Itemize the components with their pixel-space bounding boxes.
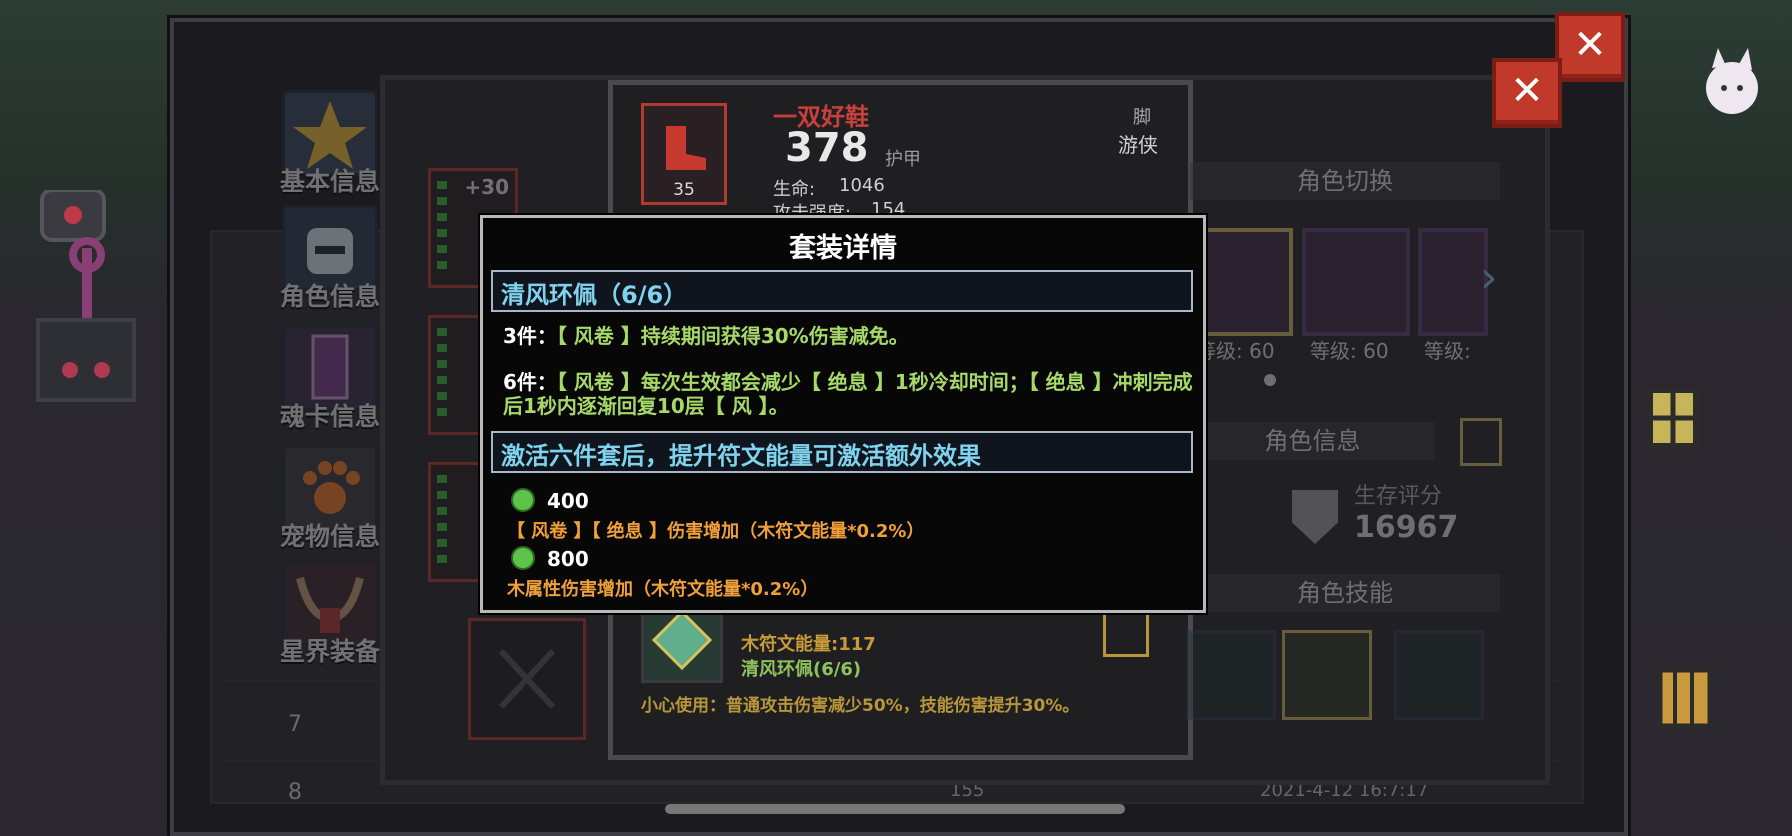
character-slot[interactable] xyxy=(1302,228,1410,336)
character-level: 等级: xyxy=(1424,339,1471,363)
green-arrow-icon xyxy=(437,328,447,418)
extra-effect-header-bar: 激活六件套后，提升符文能量可激活额外效果 xyxy=(491,431,1193,473)
rune-energy-icon xyxy=(511,546,535,570)
character-slot[interactable] xyxy=(1418,228,1488,336)
sidebar-item-soul-card-info[interactable]: 魂卡信息 xyxy=(275,325,385,435)
sidebar-item-character-info[interactable]: 角色信息 xyxy=(275,205,385,315)
section-character-switch: 角色切换 xyxy=(1190,162,1500,200)
character-level: 等级: 60 xyxy=(1196,339,1275,363)
sidebar-item-label: 宠物信息 xyxy=(279,522,380,551)
close-button-inner[interactable]: ✕ xyxy=(1492,58,1562,128)
chevron-right-icon[interactable]: › xyxy=(1480,252,1498,303)
section-character-info: 角色信息 xyxy=(1190,422,1435,460)
green-arrow-icon xyxy=(437,475,447,565)
window-decor xyxy=(1620,360,1730,480)
cat-mascot-icon xyxy=(1672,48,1782,128)
skill-slot[interactable] xyxy=(1282,630,1372,720)
stat-value: 1046 xyxy=(839,175,885,196)
effect-prefix: 6件： xyxy=(503,370,557,394)
row-number: 7 xyxy=(288,712,302,737)
skill-slot[interactable] xyxy=(1394,630,1484,720)
energy-value: 800 xyxy=(547,547,589,571)
survival-score: 16967 xyxy=(1354,510,1459,545)
energy-threshold: 400 xyxy=(511,488,589,513)
sidebar-item-astral-equipment[interactable]: 星界装备 xyxy=(275,560,385,670)
boot-icon xyxy=(666,126,706,170)
stat-label: 生命: xyxy=(773,179,816,200)
sword-placeholder-icon xyxy=(498,648,556,710)
set-effect-6: 6件：【 风卷 】每次生效都会减少【 绝息 】1秒冷却时间；【 绝息 】冲刺完成… xyxy=(503,370,1193,418)
set-details-popup: 套装详情 清风环佩（6/6） 3件：【 风卷 】持续期间获得30%伤害减免。 6… xyxy=(480,215,1206,613)
slot-bonus: +30 xyxy=(464,175,509,199)
sidebar-item-label: 基本信息 xyxy=(279,167,380,196)
sidebar-item-label: 星界装备 xyxy=(279,637,380,666)
effect-prefix: 3件： xyxy=(503,324,557,348)
set-header: 清风环佩（6/6） xyxy=(501,281,688,309)
effect-text: 【 风卷 】每次生效都会减少【 绝息 】1秒冷却时间；【 绝息 】冲刺完成后1秒… xyxy=(503,370,1193,418)
popup-title: 套装详情 xyxy=(789,233,897,264)
clipboard-icon[interactable] xyxy=(1460,418,1502,466)
energy-value: 400 xyxy=(547,489,589,513)
empty-weapon-slot[interactable] xyxy=(468,618,586,740)
page-indicator-dot xyxy=(1264,374,1276,386)
survival-label: 生存评分 xyxy=(1354,484,1443,509)
rune-energy-icon xyxy=(511,488,535,512)
horizontal-scrollbar[interactable] xyxy=(665,804,1125,814)
threshold-effect: 【 风卷 】【 绝息 】伤害增加（木符文能量*0.2%） xyxy=(507,521,925,542)
item-icon-frame: 35 xyxy=(641,103,727,205)
door-decor xyxy=(1640,650,1730,740)
skill-slot[interactable] xyxy=(1186,630,1276,720)
set-header-bar: 清风环佩（6/6） xyxy=(491,270,1193,312)
sidebar-item-label: 角色信息 xyxy=(279,282,380,311)
sidebar-item-pet-info[interactable]: 宠物信息 xyxy=(275,445,385,555)
energy-threshold: 800 xyxy=(511,546,589,571)
threshold-effect: 木属性伤害增加（木符文能量*0.2%） xyxy=(507,579,819,600)
rune-energy: 木符文能量:117 xyxy=(741,634,876,655)
section-character-skills: 角色技能 xyxy=(1190,574,1500,612)
sidebar-item-basic-info[interactable]: 基本信息 xyxy=(275,90,385,200)
item-slot-type: 脚 xyxy=(1133,107,1151,128)
key-pedestal-decor xyxy=(30,188,150,420)
effect-text: 【 风卷 】持续期间获得30%伤害减免。 xyxy=(556,324,909,348)
set-name: 清风环佩(6/6) xyxy=(741,659,862,680)
character-level: 等级: 60 xyxy=(1310,339,1389,363)
item-level: 35 xyxy=(673,180,695,200)
green-arrow-icon xyxy=(437,181,447,271)
item-warning: 小心使用：普通攻击伤害减少50%，技能伤害提升30%。 xyxy=(641,696,1080,716)
row-number: 8 xyxy=(288,780,302,805)
close-button-outer[interactable]: ✕ xyxy=(1555,12,1625,82)
item-class: 游侠 xyxy=(1118,133,1158,157)
sidebar-item-label: 魂卡信息 xyxy=(279,402,380,431)
item-score-label: 护甲 xyxy=(885,149,921,170)
set-effect-3: 3件：【 风卷 】持续期间获得30%伤害减免。 xyxy=(503,324,1193,348)
item-score: 378 xyxy=(785,125,869,171)
extra-effect-header: 激活六件套后，提升符文能量可激活额外效果 xyxy=(501,442,981,470)
